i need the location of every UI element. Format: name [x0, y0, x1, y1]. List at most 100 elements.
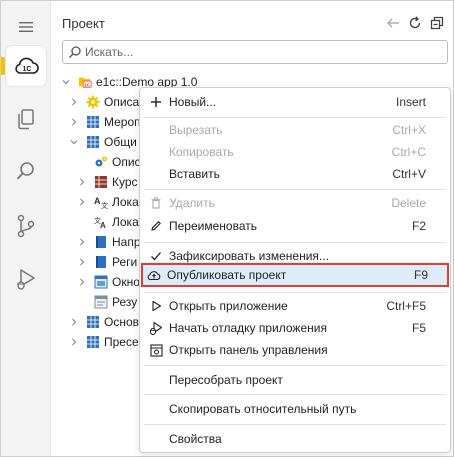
- chevron-right-icon[interactable]: [68, 96, 80, 108]
- cloud-1c-icon[interactable]: 1С: [6, 46, 46, 86]
- menu-item-shortcut: Ctrl+V: [392, 167, 426, 181]
- tree-item[interactable]: Основ: [68, 312, 139, 332]
- grid-icon: [86, 335, 100, 349]
- menu-item-copy-path[interactable]: Скопировать относительный путь: [144, 398, 446, 420]
- tree-item[interactable]: A文 Лока: [76, 192, 139, 212]
- menu-item-cut[interactable]: Вырезать Ctrl+X: [144, 119, 446, 141]
- book-icon: [94, 255, 108, 269]
- menu-item-paste[interactable]: Вставить Ctrl+V: [144, 163, 446, 185]
- cloud-upload-icon: [147, 268, 161, 282]
- tree-item[interactable]: Мероп: [68, 112, 141, 132]
- tree-item-label: Резу: [112, 295, 138, 309]
- panel-title: Проект: [62, 16, 105, 31]
- menu-item-label: Опубликовать проект: [167, 268, 287, 282]
- menu-item-delete[interactable]: Удалить Delete: [144, 192, 446, 214]
- tree-item[interactable]: 文A Лока: [94, 212, 139, 232]
- tree-item[interactable]: Окно: [76, 272, 140, 292]
- files-icon[interactable]: [6, 99, 46, 139]
- tree-item[interactable]: Описа: [68, 92, 139, 112]
- debug-icon: [149, 321, 163, 335]
- menu-item-label: Зафиксировать изменения...: [169, 249, 329, 263]
- menu-item-rebuild[interactable]: Пересобрать проект: [144, 369, 446, 391]
- plus-icon: [149, 95, 163, 109]
- tree-item-label: Лока: [112, 215, 139, 229]
- chevron-right-icon[interactable]: [68, 336, 80, 348]
- chevron-right-icon[interactable]: [76, 196, 88, 208]
- tree-item[interactable]: Реги: [76, 252, 137, 272]
- run-debug-icon[interactable]: [6, 259, 46, 299]
- collapse-all-icon[interactable]: [429, 15, 445, 31]
- menu-item-label: Открыть панель управления: [169, 343, 328, 357]
- tree-item-label: Общи: [104, 135, 137, 149]
- menu-item-shortcut: Ctrl+X: [392, 123, 426, 137]
- menu-separator: [144, 117, 446, 118]
- menu-item-shortcut: Ctrl+C: [391, 145, 426, 159]
- chevron-right-icon[interactable]: [68, 316, 80, 328]
- grid-icon: [86, 315, 100, 329]
- menu-item-label: Новый...: [169, 95, 217, 109]
- menu-icon[interactable]: [6, 7, 46, 47]
- localization-icon: A文: [94, 195, 108, 209]
- tree-item[interactable]: Резу: [94, 292, 137, 312]
- context-menu: Новый... Insert Вырезать Ctrl+X Копирова…: [139, 87, 451, 453]
- source-control-icon[interactable]: [6, 206, 46, 246]
- tree-item-label: Пресе: [104, 335, 139, 349]
- search-field-icon: [68, 45, 82, 62]
- menu-item-properties[interactable]: Свойства: [144, 428, 446, 450]
- menu-separator: [144, 189, 446, 190]
- menu-item-open-app[interactable]: Открыть приложение Ctrl+F5: [144, 295, 446, 317]
- tree-item-label: Описа: [104, 95, 140, 109]
- chevron-right-icon[interactable]: [68, 116, 80, 128]
- grid-icon: [86, 115, 100, 129]
- gears-icon: [94, 155, 108, 169]
- menu-item-publish[interactable]: Опубликовать проект F9: [141, 263, 449, 287]
- back-arrow-icon[interactable]: [385, 15, 401, 31]
- table-icon: [94, 175, 108, 189]
- svg-text:A: A: [100, 221, 106, 229]
- tree-item-label: Курс: [112, 175, 138, 189]
- tree-item[interactable]: Напр: [76, 232, 141, 252]
- search-box[interactable]: [62, 40, 448, 64]
- refresh-icon[interactable]: [407, 15, 423, 31]
- chevron-right-icon[interactable]: [76, 276, 88, 288]
- menu-item-rename[interactable]: Переименовать F2: [144, 215, 446, 237]
- menu-item-label: Скопировать относительный путь: [169, 402, 357, 416]
- checkmark-icon: [149, 249, 163, 263]
- menu-item-copy[interactable]: Копировать Ctrl+C: [144, 141, 446, 163]
- menu-item-label: Переименовать: [169, 219, 257, 233]
- panel-header: Проект: [52, 1, 452, 39]
- tree-item-label: Окно: [112, 275, 140, 289]
- tree-item-label: Основ: [104, 315, 140, 329]
- tree-item-label: Напр: [112, 235, 141, 249]
- tree-item[interactable]: Курс: [76, 172, 138, 192]
- tree-item[interactable]: Пресе: [68, 332, 139, 352]
- activity-bar: 1С: [1, 1, 51, 456]
- search-icon[interactable]: [6, 151, 46, 191]
- menu-item-new[interactable]: Новый... Insert: [144, 91, 446, 113]
- chevron-right-icon[interactable]: [76, 256, 88, 268]
- menu-separator: [144, 242, 446, 243]
- chevron-down-icon[interactable]: [68, 136, 80, 148]
- tree-item[interactable]: Опис: [94, 152, 141, 172]
- search-input[interactable]: [85, 43, 440, 61]
- chevron-right-icon[interactable]: [76, 236, 88, 248]
- chevron-right-icon[interactable]: [76, 176, 88, 188]
- menu-item-shortcut: F5: [411, 321, 426, 335]
- menu-separator: [144, 394, 446, 395]
- project-folder-icon: 1С: [78, 75, 92, 89]
- menu-item-label: Свойства: [169, 432, 222, 446]
- menu-separator: [144, 424, 446, 425]
- menu-item-shortcut: Delete: [391, 196, 426, 210]
- menu-item-control-panel[interactable]: Открыть панель управления: [144, 339, 446, 361]
- menu-item-shortcut: F2: [411, 219, 426, 233]
- tree-item[interactable]: Общи: [68, 132, 137, 152]
- chevron-down-icon[interactable]: [60, 76, 72, 88]
- menu-item-debug[interactable]: Начать отладку приложения F5: [144, 317, 446, 339]
- menu-item-shortcut: Insert: [395, 95, 426, 109]
- gear-icon: [86, 95, 100, 109]
- tree-item-label: Реги: [112, 255, 138, 269]
- menu-item-label: Начать отладку приложения: [169, 321, 327, 335]
- svg-text:1С: 1С: [23, 66, 32, 73]
- control-panel-icon: [149, 343, 163, 357]
- grid-icon: [86, 135, 100, 149]
